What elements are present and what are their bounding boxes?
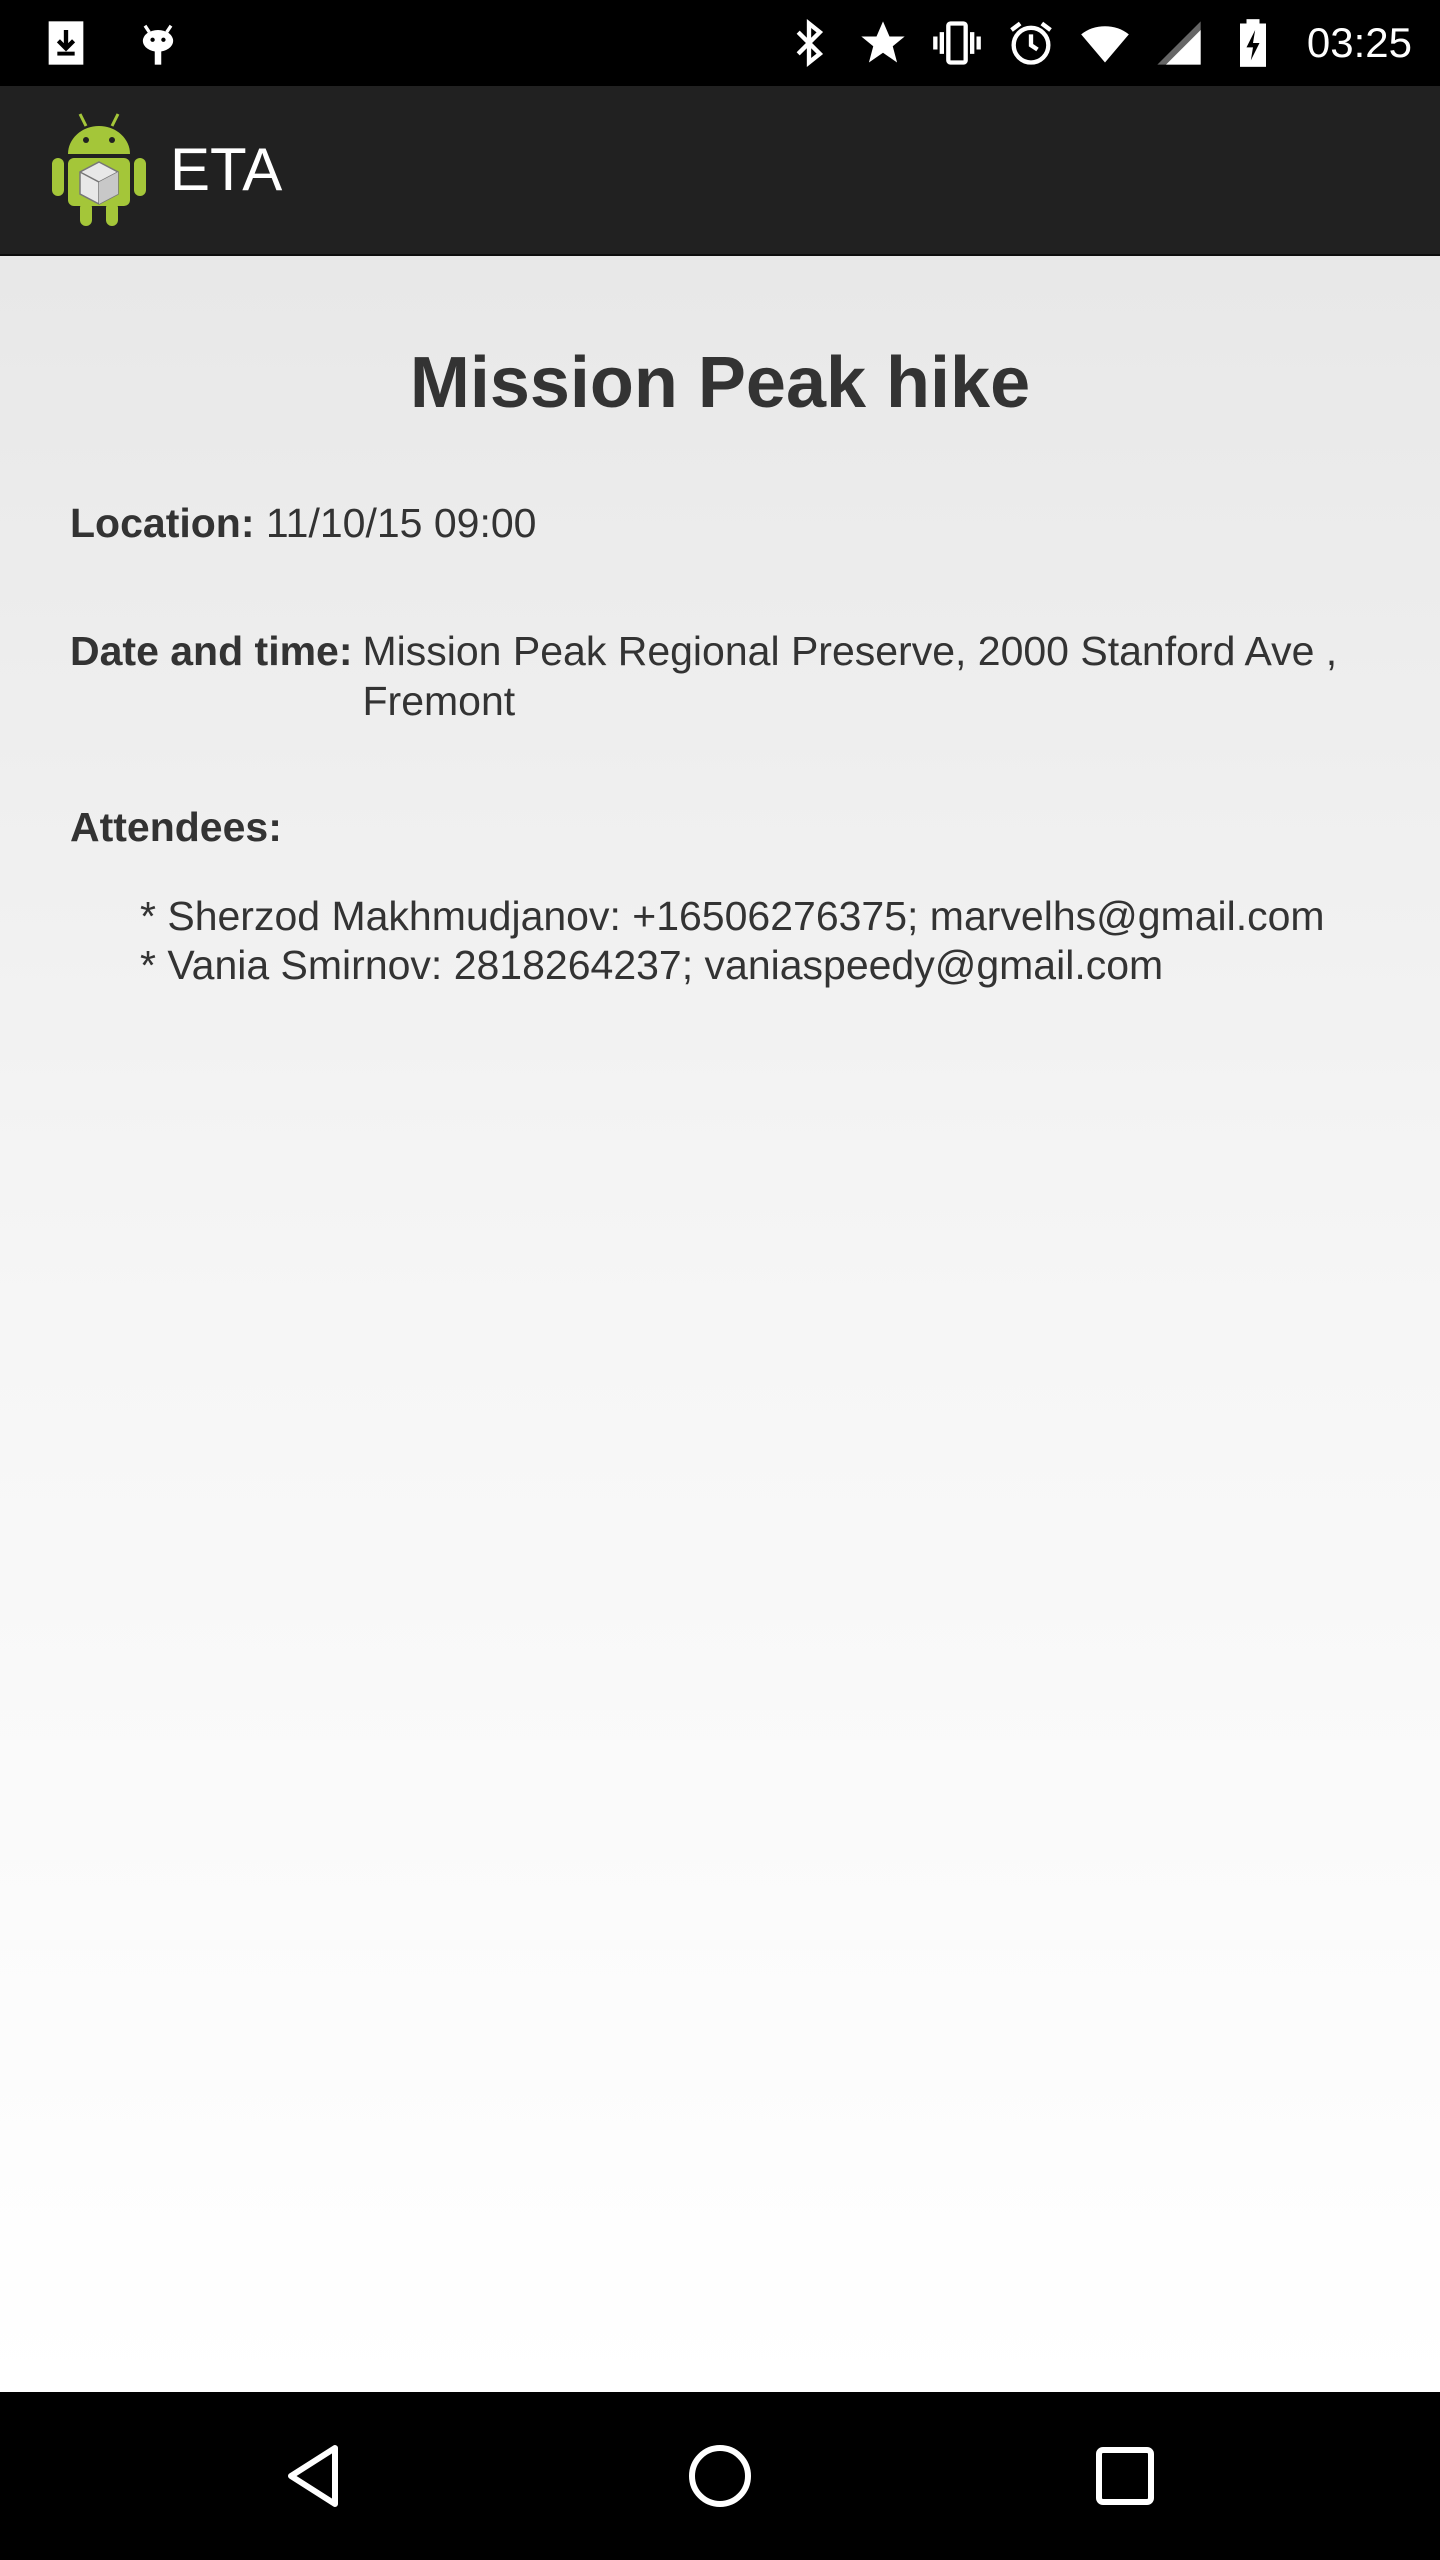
back-icon[interactable]	[265, 2426, 365, 2526]
status-left-icons	[40, 16, 184, 70]
list-item: * Vania Smirnov: 2818264237; vaniaspeedy…	[140, 942, 1164, 988]
event-title: Mission Peak hike	[409, 343, 1031, 423]
attendees-label: Attendees:	[70, 804, 282, 850]
date-time-row: Date and time: Mission Peak Regional Pre…	[70, 626, 1370, 726]
signal-icon	[1153, 17, 1205, 69]
location-value: 11/10/15 09:00	[265, 500, 537, 546]
bluetooth-icon	[783, 17, 835, 69]
action-bar: ETA	[0, 86, 1440, 256]
event-details: Mission Peak hike Location: 11/10/15 09:…	[0, 256, 1440, 2392]
location-row: Location: 11/10/15 09:00	[70, 498, 536, 548]
android-app-icon[interactable]	[46, 110, 152, 228]
star-icon	[857, 17, 909, 69]
status-right-icons: 03:25	[783, 16, 1412, 70]
wifi-icon	[1079, 17, 1131, 69]
status-time: 03:25	[1306, 19, 1412, 66]
download-icon	[40, 17, 92, 69]
app-title: ETA	[170, 136, 283, 203]
recents-icon[interactable]	[1075, 2426, 1175, 2526]
location-label: Location:	[70, 500, 255, 546]
battery-charging-icon	[1227, 17, 1279, 69]
nav-bar	[0, 2392, 1440, 2560]
list-item: * Sherzod Makhmudjanov: +16506276375; ma…	[140, 893, 1325, 939]
home-icon[interactable]	[670, 2426, 770, 2526]
date-time-value: Mission Peak Regional Preserve, 2000 Sta…	[362, 628, 1338, 724]
status-bar: 03:25	[0, 0, 1440, 86]
date-time-label: Date and time:	[70, 628, 353, 674]
vibrate-icon	[931, 17, 983, 69]
attendee-list: * Sherzod Makhmudjanov: +16506276375; ma…	[140, 892, 1420, 990]
alarm-icon	[1005, 17, 1057, 69]
android-debug-icon	[132, 17, 184, 69]
